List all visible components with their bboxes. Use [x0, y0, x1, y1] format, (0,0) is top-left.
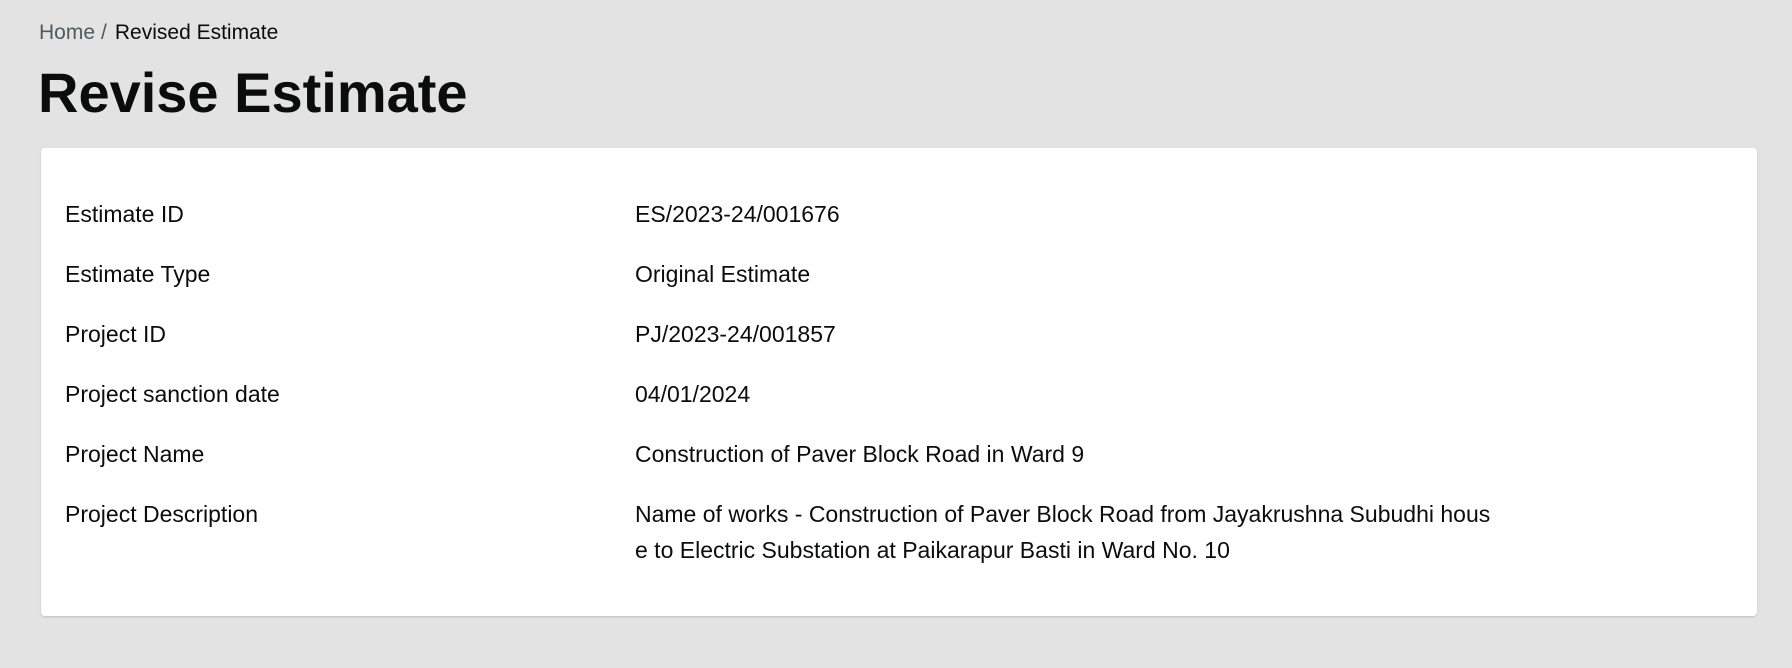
- breadcrumb-separator: /: [101, 21, 107, 44]
- detail-value: 04/01/2024: [635, 381, 751, 407]
- detail-value: Name of works - Construction of Paver Bl…: [635, 501, 1491, 563]
- detail-label: Project Name: [65, 441, 205, 467]
- detail-label: Project ID: [65, 321, 166, 347]
- detail-row-project-id: Project ID PJ/2023-24/001857: [65, 316, 1733, 352]
- detail-row-project-description: Project Description Name of works - Cons…: [65, 496, 1733, 568]
- page-title: Revise Estimate: [38, 61, 468, 124]
- estimate-details-card: Estimate ID ES/2023-24/001676 Estimate T…: [41, 148, 1757, 616]
- detail-label: Project Description: [65, 501, 259, 527]
- breadcrumb: Home / Revised Estimate: [39, 20, 278, 46]
- detail-value: Original Estimate: [635, 261, 811, 287]
- detail-row-estimate-type: Estimate Type Original Estimate: [65, 256, 1733, 292]
- detail-row-project-name: Project Name Construction of Paver Block…: [65, 436, 1733, 472]
- detail-row-project-sanction-date: Project sanction date 04/01/2024: [65, 376, 1733, 412]
- detail-value: Construction of Paver Block Road in Ward…: [635, 441, 1085, 467]
- breadcrumb-home-link[interactable]: Home: [39, 20, 95, 46]
- detail-label: Estimate Type: [65, 261, 211, 287]
- detail-label: Estimate ID: [65, 201, 184, 227]
- detail-value: ES/2023-24/001676: [635, 201, 840, 227]
- breadcrumb-current: Revised Estimate: [114, 21, 279, 44]
- detail-row-estimate-id: Estimate ID ES/2023-24/001676: [65, 196, 1733, 232]
- detail-value: PJ/2023-24/001857: [635, 321, 836, 347]
- page: Home / Revised Estimate Revise Estimate …: [0, 0, 1792, 668]
- detail-label: Project sanction date: [65, 381, 280, 407]
